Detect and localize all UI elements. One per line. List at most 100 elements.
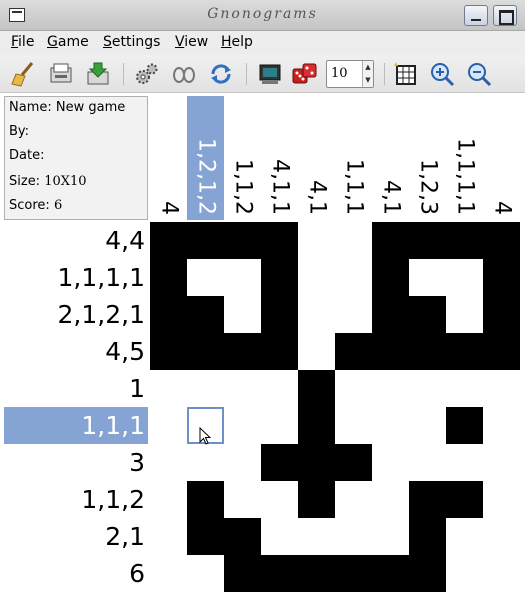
grid-cell[interactable] xyxy=(187,259,224,296)
grid-cell[interactable] xyxy=(224,222,261,259)
menu-help[interactable]: Help xyxy=(221,34,253,50)
grid-cell[interactable] xyxy=(335,333,372,370)
computer-solve-icon[interactable] xyxy=(256,60,284,88)
grid-cell[interactable] xyxy=(224,370,261,407)
grid-cell[interactable] xyxy=(150,444,187,481)
grid-cell[interactable] xyxy=(372,518,409,555)
grid-cell[interactable] xyxy=(187,518,224,555)
hint-glasses-icon[interactable] xyxy=(170,60,198,88)
random-dice-icon[interactable] xyxy=(291,60,319,88)
clear-broom-icon[interactable] xyxy=(10,60,38,88)
grid-cell[interactable] xyxy=(372,259,409,296)
grid-cell[interactable] xyxy=(483,555,520,592)
grid-cell[interactable] xyxy=(187,481,224,518)
grid-cell[interactable] xyxy=(446,296,483,333)
grid-cell[interactable] xyxy=(409,444,446,481)
grid-cell[interactable] xyxy=(335,370,372,407)
grid-cell[interactable] xyxy=(224,333,261,370)
grid-cell[interactable] xyxy=(335,481,372,518)
grid-cell[interactable] xyxy=(224,518,261,555)
grid-cell[interactable] xyxy=(187,370,224,407)
grid-cell[interactable] xyxy=(261,296,298,333)
grid-cell[interactable] xyxy=(150,296,187,333)
spinner-arrows[interactable]: ▲ ▼ xyxy=(362,61,373,87)
restart-refresh-icon[interactable] xyxy=(207,60,235,88)
grid-cell[interactable] xyxy=(409,370,446,407)
grid-cell[interactable] xyxy=(187,444,224,481)
grid-cell[interactable] xyxy=(483,370,520,407)
grid-cell[interactable] xyxy=(335,444,372,481)
grid-cell[interactable] xyxy=(224,555,261,592)
menu-settings[interactable]: Settings xyxy=(103,34,160,50)
grid-cell[interactable] xyxy=(298,481,335,518)
grid-cell[interactable] xyxy=(409,259,446,296)
grid-cell[interactable] xyxy=(372,222,409,259)
grid-cell[interactable] xyxy=(298,222,335,259)
grid-cell[interactable] xyxy=(298,296,335,333)
grid-cell[interactable] xyxy=(298,333,335,370)
puzzle-grid[interactable] xyxy=(150,222,520,592)
grid-cell[interactable] xyxy=(150,407,187,444)
grid-cell[interactable] xyxy=(261,370,298,407)
grid-cell[interactable] xyxy=(335,555,372,592)
grid-cell[interactable] xyxy=(372,481,409,518)
grid-cell[interactable] xyxy=(446,370,483,407)
grid-cell[interactable] xyxy=(224,481,261,518)
grid-cell[interactable] xyxy=(409,333,446,370)
grid-cell[interactable] xyxy=(372,555,409,592)
zoom-in-icon[interactable] xyxy=(428,60,456,88)
grid-cell[interactable] xyxy=(335,518,372,555)
grid-cell[interactable] xyxy=(409,555,446,592)
grid-cell[interactable] xyxy=(224,296,261,333)
grid-size-value[interactable]: 10 xyxy=(331,66,348,81)
grid-cell[interactable] xyxy=(372,296,409,333)
grid-cell[interactable] xyxy=(224,407,261,444)
grid-cell[interactable] xyxy=(224,444,261,481)
menu-file[interactable]: File xyxy=(11,34,34,50)
grid-cell[interactable] xyxy=(187,555,224,592)
grid-cell[interactable] xyxy=(372,370,409,407)
grid-cell[interactable] xyxy=(261,518,298,555)
grid-cell[interactable] xyxy=(150,259,187,296)
maximize-button[interactable] xyxy=(493,5,517,26)
grid-cell[interactable] xyxy=(446,333,483,370)
grid-cell[interactable] xyxy=(446,222,483,259)
grid-cell[interactable] xyxy=(298,444,335,481)
grid-cell[interactable] xyxy=(483,481,520,518)
grid-cell[interactable] xyxy=(372,407,409,444)
grid-cell[interactable] xyxy=(261,333,298,370)
settings-gears-icon[interactable] xyxy=(133,60,161,88)
menu-view[interactable]: View xyxy=(175,34,208,50)
grid-cell[interactable] xyxy=(483,222,520,259)
grid-cell[interactable] xyxy=(483,296,520,333)
grid-cell[interactable] xyxy=(298,370,335,407)
grid-cell[interactable] xyxy=(446,481,483,518)
grid-cell[interactable] xyxy=(483,407,520,444)
grid-size-spinner[interactable]: 10 ▲ ▼ xyxy=(326,60,374,88)
grid-cell[interactable] xyxy=(483,333,520,370)
grid-cell[interactable] xyxy=(150,518,187,555)
grid-cell[interactable] xyxy=(298,407,335,444)
grid-cell[interactable] xyxy=(261,222,298,259)
grid-cell[interactable] xyxy=(335,407,372,444)
grid-cell[interactable] xyxy=(224,259,261,296)
grid-cell[interactable] xyxy=(409,296,446,333)
grid-cell[interactable] xyxy=(483,518,520,555)
grid-cell[interactable] xyxy=(298,518,335,555)
grid-cell[interactable] xyxy=(261,444,298,481)
grid-cell[interactable] xyxy=(409,407,446,444)
grid-cell[interactable] xyxy=(372,333,409,370)
toggle-grid-icon[interactable] xyxy=(392,60,420,88)
grid-cell[interactable] xyxy=(446,259,483,296)
grid-cell[interactable] xyxy=(409,518,446,555)
grid-cell[interactable] xyxy=(187,333,224,370)
load-game-icon[interactable] xyxy=(47,60,75,88)
grid-cell[interactable] xyxy=(150,333,187,370)
grid-cell[interactable] xyxy=(187,296,224,333)
grid-cell[interactable] xyxy=(150,222,187,259)
grid-cell[interactable] xyxy=(446,407,483,444)
zoom-out-icon[interactable] xyxy=(465,60,493,88)
grid-cell[interactable] xyxy=(261,481,298,518)
grid-cell[interactable] xyxy=(150,555,187,592)
minimize-button[interactable] xyxy=(464,5,488,26)
